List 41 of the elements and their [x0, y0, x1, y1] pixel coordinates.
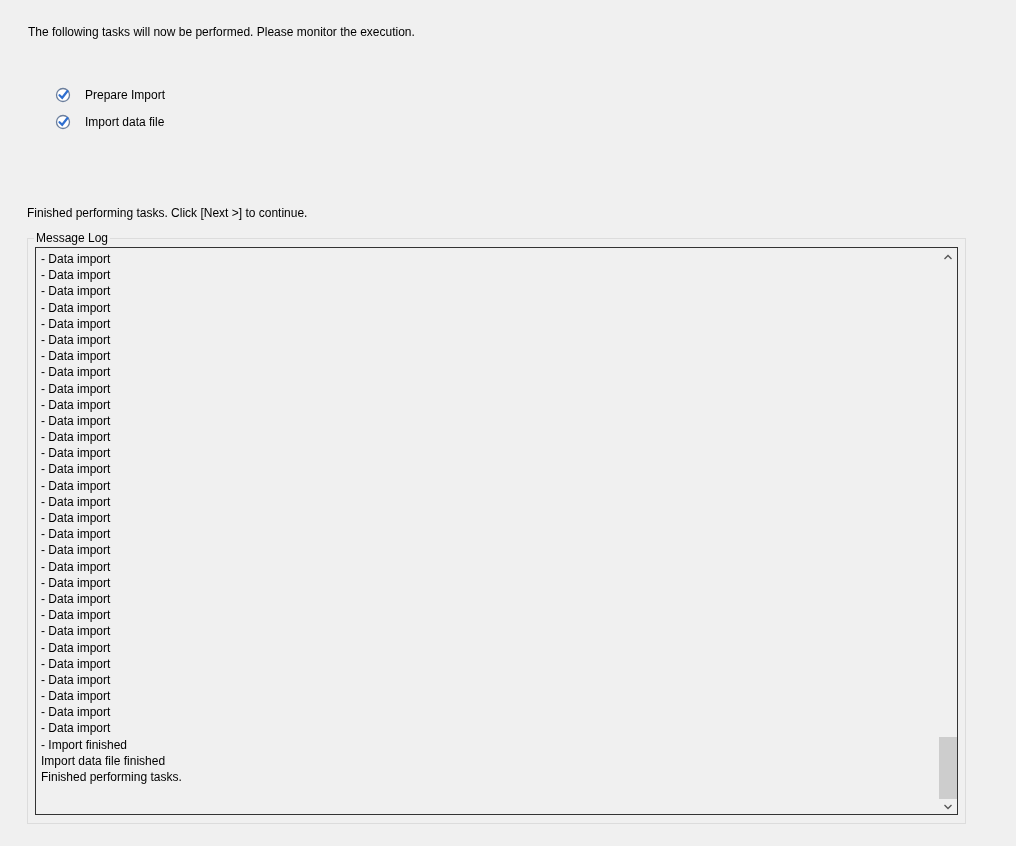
task-label: Prepare Import [85, 88, 166, 102]
log-line: - Data import [41, 251, 112, 268]
log-line: - Data import [41, 704, 112, 721]
log-line: - Data import [41, 445, 112, 462]
log-line: - Data import [41, 412, 112, 430]
log-line: Import data file finished [41, 752, 167, 769]
log-line: - Data import [41, 607, 112, 624]
log-line: - Data import [41, 655, 112, 672]
log-line: - Import finished [41, 736, 129, 753]
log-line: - Data import [41, 429, 112, 446]
log-line: - Data import [41, 590, 112, 608]
log-line: - Data import [41, 558, 112, 575]
log-line: - Data import [41, 720, 112, 737]
log-line: Finished performing tasks. [41, 769, 183, 786]
task-label: Import data file [85, 115, 165, 129]
status-text: Finished performing tasks. Click [Next >] to continue. [27, 206, 309, 220]
scroll-up-icon[interactable] [943, 253, 953, 261]
log-line: - Data import [41, 526, 112, 543]
log-line: - Data import [41, 461, 112, 478]
log-line: - Data import [41, 315, 112, 332]
log-line: - Data import [41, 688, 112, 705]
log-line: - Data import [41, 671, 112, 689]
group-title: Message Log [34, 231, 111, 245]
log-line: - Data import [41, 364, 112, 381]
log-line: - Data import [41, 283, 112, 300]
log-line: - Data import [41, 267, 112, 284]
log-line: - Data import [41, 331, 112, 349]
log-line: - Data import [41, 396, 112, 413]
log-line: - Data import [41, 493, 112, 510]
log-line: - Data import [41, 348, 112, 365]
log-line: - Data import [41, 542, 112, 559]
log-line: - Data import [41, 574, 112, 591]
log-line: - Data import [41, 623, 112, 640]
log-line: - Data import [41, 477, 112, 494]
log-line: - Data import [41, 639, 112, 656]
log-line: - Data import [41, 380, 112, 397]
scrollbar-thumb[interactable] [939, 737, 957, 799]
intro-text: The following tasks will now be performed. Please monitor the execution. [28, 25, 416, 41]
scroll-down-icon[interactable] [943, 803, 953, 811]
log-line: - Data import [41, 299, 112, 316]
log-line: - Data import [41, 510, 112, 527]
